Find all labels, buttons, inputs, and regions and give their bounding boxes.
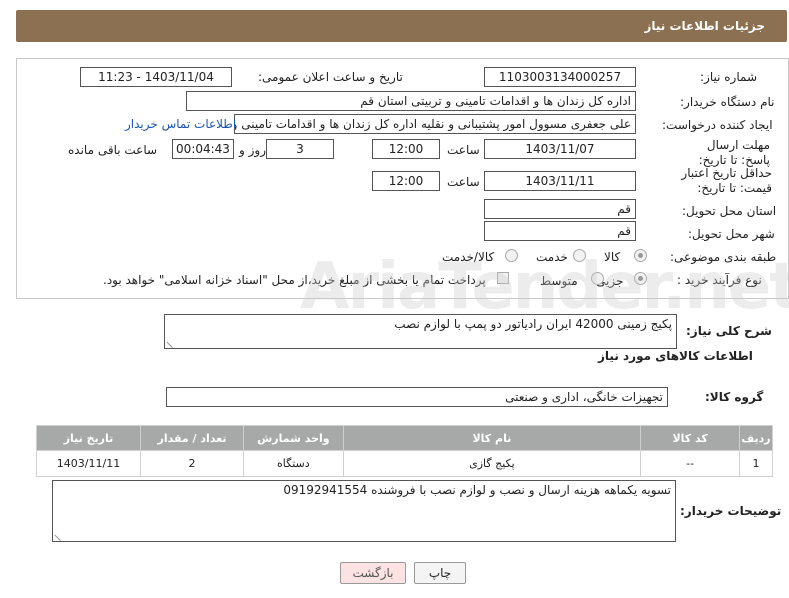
resize-grip-icon[interactable] (166, 335, 179, 348)
summary-label: شرح کلی نیاز: (686, 324, 772, 338)
announce-label: تاریخ و ساعت اعلان عمومی: (258, 70, 403, 84)
cell-date: 1403/11/11 (36, 450, 141, 477)
goods-info-title: اطلاعات کالاهای مورد نیاز (598, 349, 753, 363)
buyer-org-field: اداره کل زندان ها و اقدامات تامینی و ترب… (186, 91, 636, 111)
goods-table: ردیف کد کالا نام کالا واحد شمارش تعداد /… (36, 425, 773, 477)
deadline-date-field: 1403/11/07 (484, 139, 636, 159)
back-button[interactable]: بازگشت (340, 562, 406, 584)
province-label: استان محل تحویل: (682, 204, 777, 218)
page-title: جزئیات اطلاعات نیاز (644, 19, 765, 33)
resize-grip-icon[interactable] (54, 528, 67, 541)
col-row: ردیف (739, 425, 773, 451)
validity-label: حداقل تاریخ اعتبار قیمت: تا تاریخ: (681, 166, 772, 195)
cell-qty: 2 (139, 450, 245, 477)
watermark-logo: AriaTender.net (300, 250, 789, 324)
contact-buyer-link[interactable]: اطلاعات تماس خریدار (125, 117, 236, 131)
col-unit: واحد شمارش (243, 425, 344, 451)
goods-group-label: گروه کالا: (705, 390, 764, 404)
print-button[interactable]: چاپ (414, 562, 466, 584)
buyer-notes-textarea: تسویه یکماهه هزینه ارسال و نصب و لوازم ن… (52, 480, 676, 542)
need-number-field: 1103003134000257 (484, 67, 636, 87)
col-qty: تعداد / مقدار (139, 425, 245, 451)
deadline-time-field: 12:00 (372, 139, 440, 159)
remaining-time-field: 00:04:43 (172, 139, 234, 159)
days-field: 3 (266, 139, 334, 159)
remaining-label: ساعت باقی مانده (68, 143, 158, 157)
validity-date-field: 1403/11/11 (484, 171, 636, 191)
city-field: قم (484, 221, 636, 241)
cell-code: -- (640, 450, 741, 477)
city-label: شهر محل تحویل: (688, 227, 775, 241)
col-name: نام کالا (342, 425, 642, 451)
creator-label: ایجاد کننده درخواست: (662, 118, 773, 132)
validity-time-field: 12:00 (372, 171, 440, 191)
col-code: کد کالا (640, 425, 741, 451)
cell-name: پکیج گازی (342, 450, 642, 477)
need-number-label: شماره نیاز: (700, 70, 757, 84)
days-label: روز و (239, 143, 266, 157)
table-header-row: ردیف کد کالا نام کالا واحد شمارش تعداد /… (36, 425, 773, 451)
deadline-label: مهلت ارسال پاسخ: تا تاریخ: (698, 138, 770, 167)
deadline-time-label: ساعت (447, 143, 480, 157)
province-field: قم (484, 199, 636, 219)
announce-field: 1403/11/04 - 11:23 (80, 67, 232, 87)
col-date: تاریخ نیاز (36, 425, 141, 451)
cell-row: 1 (739, 450, 773, 477)
buyer-notes-label: توضیحات خریدار: (680, 504, 782, 518)
validity-time-label: ساعت (447, 175, 480, 189)
page-header: جزئیات اطلاعات نیاز (16, 10, 787, 42)
creator-field: علی جعفری مسوول امور پشتیبانی و نقلیه اد… (234, 114, 636, 134)
table-row: 1 -- پکیج گازی دستگاه 2 1403/11/11 (36, 450, 773, 477)
buyer-org-label: نام دستگاه خریدار: (680, 95, 775, 109)
goods-group-field: تجهیزات خانگی، اداری و صنعتی (166, 387, 668, 407)
buyer-notes-text: تسویه یکماهه هزینه ارسال و نصب و لوازم ن… (283, 483, 671, 497)
cell-unit: دستگاه (243, 450, 344, 477)
